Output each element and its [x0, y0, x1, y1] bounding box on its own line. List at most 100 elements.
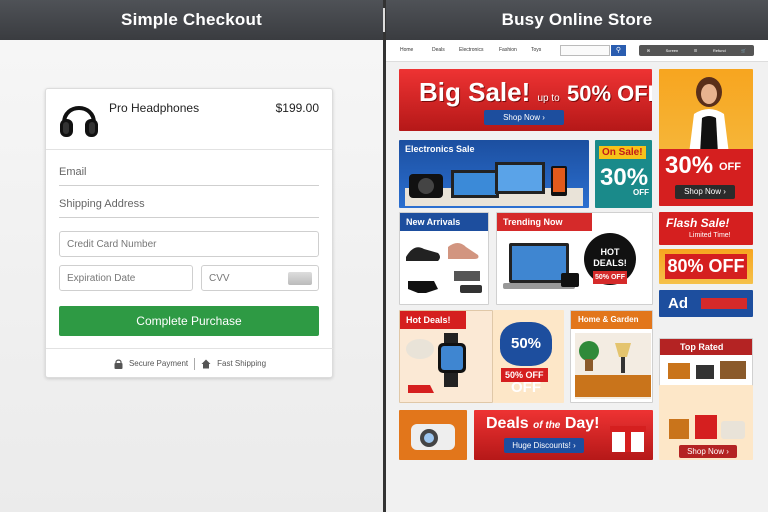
deals-of-the-day-banner[interactable]: Deals of the Day! Huge Discounts! ›	[474, 410, 653, 460]
email-placeholder: Email	[59, 166, 87, 178]
ad-label: Ad	[668, 295, 688, 312]
divider-accent	[383, 8, 385, 32]
product-row: Pro Headphones $199.00	[46, 89, 332, 150]
woman-tile-pct: 30%	[665, 152, 714, 179]
nav-toys[interactable]: Toys	[531, 47, 541, 53]
woman-tile-shop-button[interactable]: Shop Now ›	[675, 185, 735, 199]
fast-shipping-label: Fast Shipping	[217, 359, 267, 368]
checkout-header: Simple Checkout	[0, 0, 383, 40]
cvv-placeholder: CVV	[209, 273, 230, 284]
deals-day-title: Deals	[486, 415, 529, 432]
credit-card-icon	[288, 272, 312, 285]
hot-deals-watch-badge: HOT DEALS! 50% OFF	[584, 233, 636, 285]
smartwatch-image	[406, 333, 466, 393]
laptop-image	[503, 243, 579, 289]
nav-electronics[interactable]: Electronics	[459, 47, 483, 53]
email-field[interactable]: Email	[59, 164, 319, 186]
shoes-accessories-image	[406, 243, 482, 293]
deals-day-of: of the	[533, 420, 561, 431]
big-sale-small: up to	[537, 93, 560, 104]
on-sale-off: OFF	[633, 188, 649, 197]
huge-discounts-button[interactable]: Huge Discounts! ›	[504, 438, 584, 453]
projector-tile[interactable]	[399, 410, 467, 460]
nav-deals[interactable]: Deals	[432, 47, 445, 53]
on-sale-tile[interactable]: On Sale! 30% OFF	[595, 140, 652, 208]
footer-separator	[194, 357, 196, 370]
store-title: Busy Online Store	[501, 10, 653, 29]
fashion-promo-tile[interactable]: 30% OFF Shop Now ›	[659, 69, 753, 206]
trending-label: Trending Now	[503, 217, 563, 227]
deals-day-text: Deals of the Day!	[486, 415, 600, 433]
fifty-off-tile[interactable]: 50% OFF 50% OFF	[493, 310, 564, 403]
fifty-off-badge: 50% OFF	[500, 322, 552, 396]
cvv-field[interactable]: CVV	[201, 265, 319, 291]
complete-purchase-button[interactable]: Complete Purchase	[59, 306, 319, 336]
store-search-input[interactable]	[560, 45, 610, 56]
sofa-promo-tile[interactable]: Shop Now ›	[659, 385, 753, 460]
electronics-products-image	[405, 162, 583, 206]
checkout-title: Simple Checkout	[121, 10, 262, 29]
sofa-image	[669, 415, 745, 439]
nav-home[interactable]: Home	[400, 47, 413, 53]
big-sale-button-label: Shop Now	[503, 113, 541, 122]
product-price: $199.00	[275, 101, 319, 115]
search-icon[interactable]: ⚲	[611, 45, 626, 56]
trust-footer: Secure Payment Fast Shipping	[46, 348, 334, 378]
nav-util-refund[interactable]: Refund	[713, 48, 726, 53]
big-sale-banner[interactable]: Big Sale! up to 50% OFF! Shop Now ›	[399, 69, 652, 131]
woman-tile-off: OFF	[719, 161, 741, 173]
checkout-panel: Pro Headphones $199.00 Email Shipping Ad…	[0, 40, 383, 512]
hot-deals-label: Hot Deals!	[406, 315, 451, 325]
big-sale-shop-button[interactable]: Shop Now ›	[484, 110, 564, 125]
store-nav: Home Deals Electronics Fashion Toys ⚲ ✉ …	[386, 40, 768, 62]
on-sale-tag: On Sale!	[599, 146, 646, 159]
flash-sale-tile[interactable]: Flash Sale! Limited Time!	[659, 212, 753, 245]
big-sale-title: Big Sale!	[419, 77, 531, 107]
trending-now-tile[interactable]: Trending Now HOT DEALS! 50% OFF	[496, 212, 653, 305]
fifty-off-strip: 50% OFF	[501, 368, 548, 382]
expiry-placeholder: Expiration Date	[67, 273, 136, 284]
electronics-label: Electronics Sale	[405, 144, 475, 154]
lock-icon	[114, 359, 123, 369]
ad-tile[interactable]: Ad	[659, 290, 753, 317]
hot-badge-pct: 50% OFF	[593, 271, 627, 284]
shipping-placeholder: Shipping Address	[59, 198, 145, 210]
hot-deals-tile[interactable]: Hot Deals!	[399, 310, 493, 403]
sofa-shop-button[interactable]: Shop Now ›	[679, 445, 737, 458]
woman-tile-button-label: Shop Now	[684, 187, 722, 196]
projector-image	[411, 424, 455, 450]
refund-icon[interactable]: ☰	[694, 48, 698, 53]
hot-badge-line2: DEALS!	[593, 258, 627, 268]
flash-sale-title: Flash Sale!	[666, 216, 730, 230]
woman-tile-band: 30% OFF Shop Now ›	[659, 149, 753, 206]
hot-badge-line1: HOT	[600, 247, 620, 257]
credit-card-field[interactable]: Credit Card Number	[59, 231, 319, 257]
top-rated-products-image	[668, 361, 746, 379]
home-garden-tile[interactable]: Home & Garden	[570, 310, 653, 403]
expiration-date-field[interactable]: Expiration Date	[59, 265, 193, 291]
nav-utility-bar: ✉ Screen ☰ Refund 🛒	[639, 45, 754, 56]
store-header: Busy Online Store	[386, 0, 768, 40]
flash-sale-sub: Limited Time!	[689, 232, 731, 239]
sofa-button-label: Shop Now	[687, 447, 725, 456]
store-panel: Home Deals Electronics Fashion Toys ⚲ ✉ …	[386, 40, 768, 512]
big-sale-pct: 50% OFF!	[566, 81, 652, 106]
cart-icon[interactable]: 🛒	[741, 48, 746, 53]
nav-fashion[interactable]: Fashion	[499, 47, 517, 53]
mail-icon[interactable]: ✉	[647, 48, 650, 53]
furniture-image	[575, 333, 651, 399]
electronics-sale-tile[interactable]: Electronics Sale	[399, 140, 589, 208]
eighty-off-tile[interactable]: 80% OFF	[659, 249, 753, 284]
huge-discounts-label: Huge Discounts!	[512, 441, 571, 450]
top-rated-label: Top Rated	[680, 342, 724, 352]
secure-payment-label: Secure Payment	[128, 359, 189, 368]
model-image	[689, 77, 729, 154]
home-garden-label: Home & Garden	[578, 315, 639, 324]
home-icon	[201, 359, 211, 368]
new-arrivals-tile[interactable]: New Arrivals	[399, 212, 489, 305]
card-placeholder: Credit Card Number	[67, 239, 157, 250]
nav-util-screen[interactable]: Screen	[666, 48, 679, 53]
new-arrivals-label: New Arrivals	[406, 217, 461, 227]
shipping-address-field[interactable]: Shipping Address	[59, 196, 319, 218]
big-sale-text: Big Sale! up to 50% OFF!	[419, 77, 652, 108]
